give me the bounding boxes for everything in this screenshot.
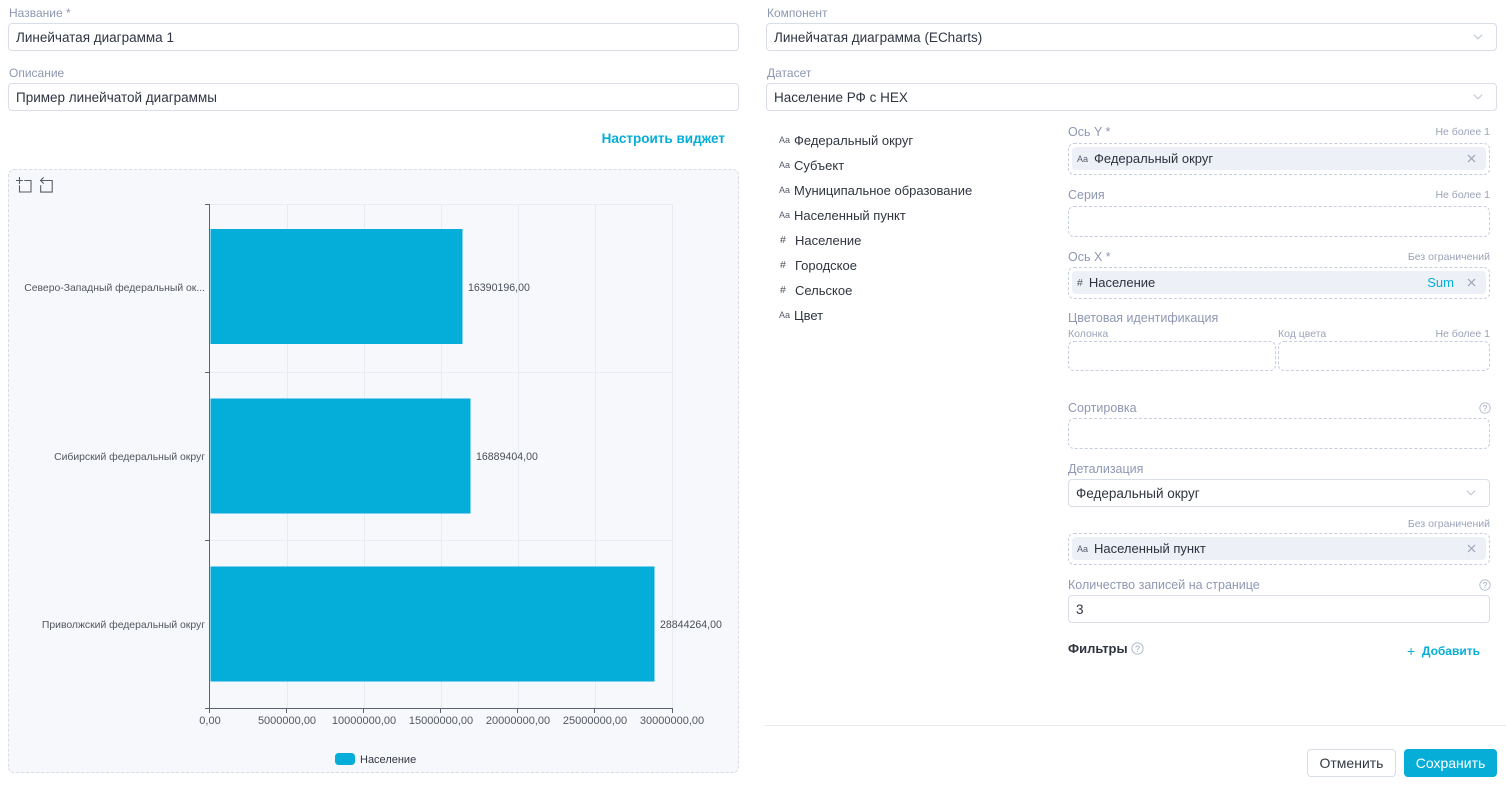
svg-text:16889404,00: 16889404,00 bbox=[476, 451, 538, 463]
svg-text:5000000,00: 5000000,00 bbox=[258, 715, 316, 727]
svg-text:20000000,00: 20000000,00 bbox=[486, 715, 550, 727]
svg-text:15000000,00: 15000000,00 bbox=[409, 715, 473, 727]
svg-text:25000000,00: 25000000,00 bbox=[563, 715, 627, 727]
svg-text:Северо-Западный федеральный ок: Северо-Западный федеральный ок... bbox=[24, 282, 205, 294]
svg-text:?: ? bbox=[1483, 403, 1488, 413]
svg-text:Население: Население bbox=[360, 754, 416, 766]
svg-text:?: ? bbox=[1135, 644, 1140, 654]
svg-text:Приволжский федеральный округ: Приволжский федеральный округ bbox=[42, 619, 205, 631]
svg-text:Сибирский федеральный округ: Сибирский федеральный округ bbox=[54, 451, 205, 463]
svg-text:?: ? bbox=[1483, 580, 1488, 590]
svg-text:28844264,00: 28844264,00 bbox=[660, 619, 722, 631]
svg-text:0,00: 0,00 bbox=[199, 715, 220, 727]
svg-text:10000000,00: 10000000,00 bbox=[332, 715, 396, 727]
svg-text:16390196,00: 16390196,00 bbox=[468, 282, 530, 294]
svg-text:30000000,00: 30000000,00 bbox=[640, 715, 704, 727]
